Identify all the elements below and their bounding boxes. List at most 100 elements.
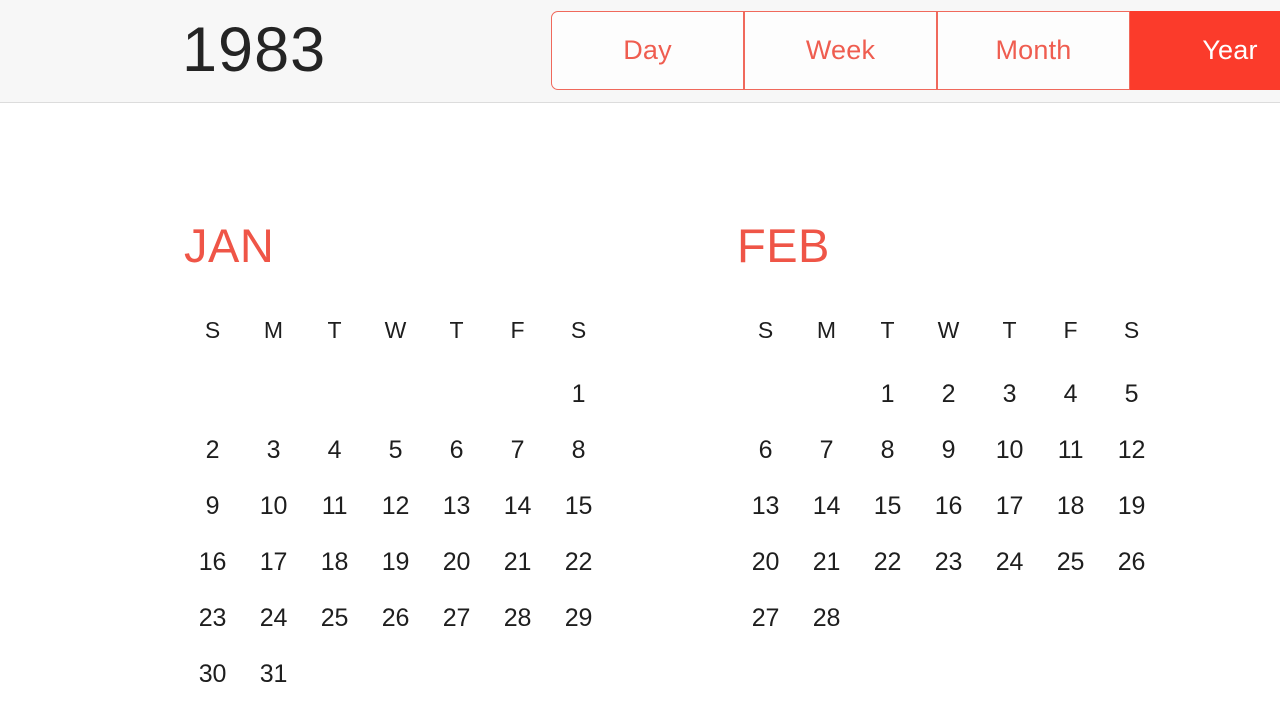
month-title-jan[interactable]: JAN (184, 220, 622, 272)
day-cell[interactable] (979, 590, 1040, 646)
weekday-header-wed: W (384, 316, 407, 343)
weekday-header-sun: S (757, 316, 774, 343)
day-cell[interactable] (857, 590, 918, 646)
day-cell[interactable]: 21 (796, 534, 857, 590)
day-cell[interactable]: 16 (182, 534, 243, 590)
day-cell[interactable]: 3 (243, 422, 304, 478)
day-cell[interactable]: 9 (918, 422, 979, 478)
day-cell[interactable]: 19 (1101, 478, 1162, 534)
weekday-header-mon: M (816, 316, 837, 343)
day-cell[interactable] (304, 646, 365, 702)
day-cell[interactable] (1101, 590, 1162, 646)
day-cell[interactable]: 1 (548, 366, 609, 422)
day-cell[interactable]: 11 (304, 478, 365, 534)
calendar-app: 1983 Day Week Month Year JAN S M T W T F… (0, 0, 1280, 720)
weekday-header-tue: T (327, 316, 342, 343)
day-cell[interactable]: 15 (548, 478, 609, 534)
day-cell[interactable]: 10 (979, 422, 1040, 478)
day-cell[interactable]: 18 (1040, 478, 1101, 534)
segment-week[interactable]: Week (744, 11, 937, 90)
day-cell[interactable]: 11 (1040, 422, 1101, 478)
weekday-header-tue: T (880, 316, 895, 343)
day-cell[interactable]: 20 (426, 534, 487, 590)
day-cell[interactable]: 23 (182, 590, 243, 646)
day-cell[interactable]: 6 (426, 422, 487, 478)
day-cell[interactable]: 21 (487, 534, 548, 590)
segment-day[interactable]: Day (551, 11, 744, 90)
weekday-header-mon: M (263, 316, 284, 343)
month-grid-feb: S M T W T F S 1 2 3 4 5 6 7 8 9 10 11 12… (735, 310, 1175, 646)
day-cell[interactable]: 8 (548, 422, 609, 478)
month-title-feb[interactable]: FEB (737, 220, 1175, 272)
day-cell[interactable] (735, 366, 796, 422)
day-cell[interactable] (1040, 590, 1101, 646)
day-cell[interactable]: 26 (365, 590, 426, 646)
day-cell[interactable] (243, 366, 304, 422)
day-cell[interactable]: 18 (304, 534, 365, 590)
day-cell[interactable]: 22 (548, 534, 609, 590)
day-cell[interactable]: 3 (979, 366, 1040, 422)
day-cell[interactable]: 13 (735, 478, 796, 534)
day-cell[interactable] (426, 646, 487, 702)
day-cell[interactable]: 24 (243, 590, 304, 646)
day-cell[interactable]: 25 (1040, 534, 1101, 590)
day-cell[interactable]: 5 (365, 422, 426, 478)
day-cell[interactable]: 16 (918, 478, 979, 534)
month-block-feb[interactable]: FEB S M T W T F S 1 2 3 4 5 6 7 8 9 10 1… (735, 220, 1175, 646)
day-cell[interactable]: 9 (182, 478, 243, 534)
day-cell[interactable]: 22 (857, 534, 918, 590)
day-cell[interactable]: 28 (487, 590, 548, 646)
segment-month[interactable]: Month (937, 11, 1130, 90)
day-cell[interactable] (365, 366, 426, 422)
day-cell[interactable] (487, 646, 548, 702)
weekday-header-wed: W (937, 316, 960, 343)
day-cell[interactable]: 27 (735, 590, 796, 646)
top-toolbar: 1983 Day Week Month Year (0, 0, 1280, 103)
day-cell[interactable]: 24 (979, 534, 1040, 590)
view-segmented-control: Day Week Month Year (551, 11, 1280, 90)
day-cell[interactable]: 10 (243, 478, 304, 534)
day-cell[interactable] (918, 590, 979, 646)
day-cell[interactable]: 28 (796, 590, 857, 646)
day-cell[interactable] (426, 366, 487, 422)
day-cell[interactable]: 20 (735, 534, 796, 590)
day-cell[interactable]: 2 (918, 366, 979, 422)
weekday-header-thu: T (449, 316, 464, 343)
day-cell[interactable]: 12 (1101, 422, 1162, 478)
day-cell[interactable]: 15 (857, 478, 918, 534)
day-cell[interactable] (487, 366, 548, 422)
day-cell[interactable]: 30 (182, 646, 243, 702)
day-cell[interactable]: 17 (979, 478, 1040, 534)
day-cell[interactable]: 26 (1101, 534, 1162, 590)
day-cell[interactable]: 19 (365, 534, 426, 590)
day-cell[interactable]: 29 (548, 590, 609, 646)
day-cell[interactable]: 31 (243, 646, 304, 702)
segment-year[interactable]: Year (1130, 11, 1280, 90)
day-cell[interactable] (182, 366, 243, 422)
day-cell[interactable]: 12 (365, 478, 426, 534)
day-cell[interactable] (304, 366, 365, 422)
day-cell[interactable]: 4 (304, 422, 365, 478)
day-cell[interactable] (365, 646, 426, 702)
day-cell[interactable]: 13 (426, 478, 487, 534)
day-cell[interactable]: 5 (1101, 366, 1162, 422)
day-cell[interactable]: 14 (487, 478, 548, 534)
day-cell[interactable]: 7 (796, 422, 857, 478)
day-cell[interactable]: 27 (426, 590, 487, 646)
month-block-jan[interactable]: JAN S M T W T F S 1 2 3 4 5 6 7 8 9 10 1… (182, 220, 622, 702)
day-cell[interactable]: 6 (735, 422, 796, 478)
weekday-header-fri: F (1063, 316, 1078, 343)
day-cell[interactable]: 14 (796, 478, 857, 534)
day-cell[interactable]: 7 (487, 422, 548, 478)
day-cell[interactable] (548, 646, 609, 702)
weekday-header-fri: F (510, 316, 525, 343)
day-cell[interactable]: 1 (857, 366, 918, 422)
day-cell[interactable]: 25 (304, 590, 365, 646)
year-grid: JAN S M T W T F S 1 2 3 4 5 6 7 8 9 10 1… (0, 103, 1280, 720)
day-cell[interactable]: 4 (1040, 366, 1101, 422)
day-cell[interactable]: 8 (857, 422, 918, 478)
day-cell[interactable]: 2 (182, 422, 243, 478)
day-cell[interactable] (796, 366, 857, 422)
day-cell[interactable]: 23 (918, 534, 979, 590)
day-cell[interactable]: 17 (243, 534, 304, 590)
